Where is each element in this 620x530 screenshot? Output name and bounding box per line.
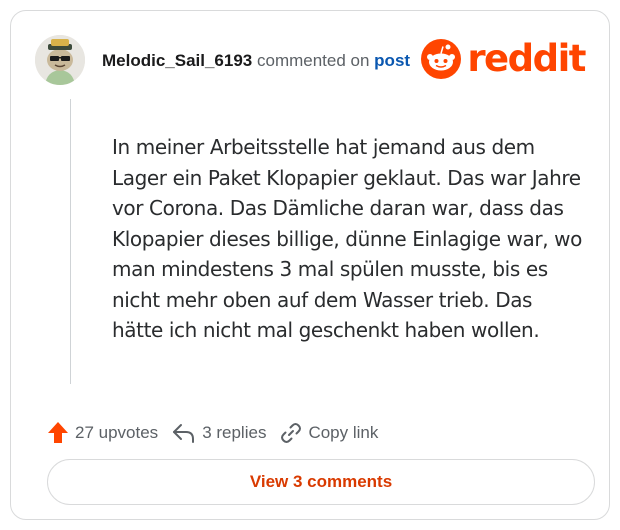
byline: Melodic_Sail_6193 commented on post — [102, 51, 410, 71]
link-icon — [281, 423, 302, 443]
copy-link-label: Copy link — [308, 423, 379, 442]
replies-count: 3 replies — [202, 423, 267, 442]
thread-line — [70, 99, 71, 384]
comment-card: Melodic_Sail_6193 commented on post redd… — [10, 10, 610, 520]
copy-link-button[interactable]: Copy link — [280, 422, 378, 444]
comment-actions: 27 upvotes 3 replies Copy link — [47, 420, 392, 446]
username-link[interactable]: Melodic_Sail_6193 — [102, 51, 252, 70]
commented-on-text: commented on — [252, 51, 375, 70]
view-comments-button[interactable]: View 3 comments — [47, 459, 595, 505]
reddit-logo-icon — [421, 39, 462, 79]
post-link[interactable]: post — [374, 51, 410, 70]
reddit-wordmark: reddit — [467, 37, 586, 80]
upvote-arrow-icon — [48, 422, 68, 443]
replies-button[interactable]: 3 replies — [172, 422, 266, 444]
reddit-logo: reddit — [421, 37, 586, 81]
comment-body: In meiner Arbeitsstelle hat jemand aus d… — [112, 135, 582, 342]
reply-icon — [173, 424, 195, 443]
upvote-button[interactable]: 27 upvotes — [47, 421, 158, 445]
comment-header: Melodic_Sail_6193 commented on post redd… — [35, 33, 589, 93]
upvote-count: 27 upvotes — [75, 423, 159, 442]
avatar[interactable] — [35, 35, 85, 85]
